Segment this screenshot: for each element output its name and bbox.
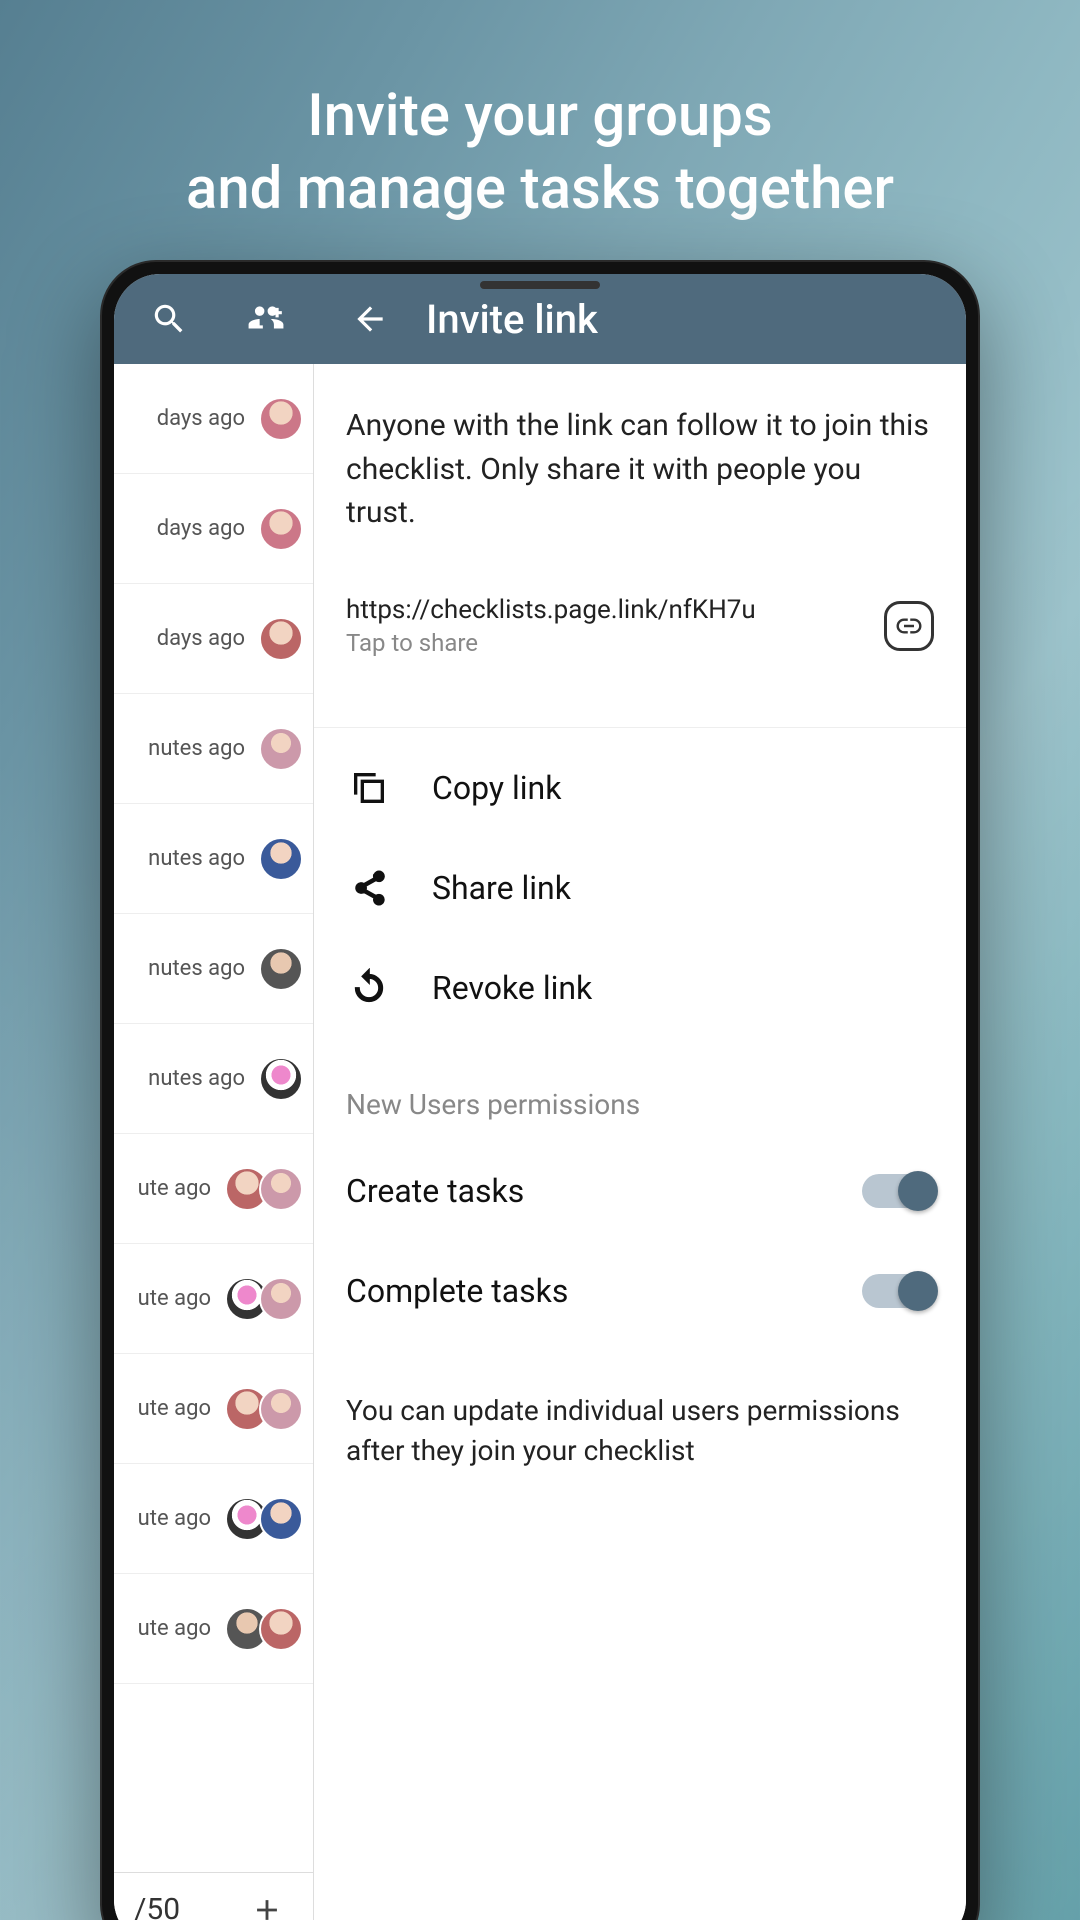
copy-icon	[346, 765, 392, 811]
promo-line-1: Invite your groups	[0, 80, 1080, 153]
list-item[interactable]: nutes ago	[114, 914, 313, 1024]
invite-url: https://checklists.page.link/nfKH7u	[346, 595, 864, 625]
avatar	[259, 1607, 303, 1651]
time-label: days ago	[157, 406, 245, 431]
avatar-group	[259, 837, 303, 881]
avatar	[259, 837, 303, 881]
avatar-group	[225, 1167, 303, 1211]
list-item[interactable]: ute ago	[114, 1574, 313, 1684]
promo-line-2: and manage tasks together	[0, 153, 1080, 226]
avatar	[259, 1497, 303, 1541]
permissions-title: New Users permissions	[346, 1088, 934, 1121]
revoke-link-row[interactable]: Revoke link	[346, 938, 934, 1038]
avatar-group	[225, 1607, 303, 1651]
page-title: Invite link	[426, 296, 598, 343]
avatar-group	[259, 397, 303, 441]
avatar-group	[225, 1277, 303, 1321]
left-sidebar: days ago days ago days ago nutes ago nutes a…	[114, 364, 314, 1920]
avatar	[259, 1167, 303, 1211]
avatar	[259, 727, 303, 771]
invite-link-row[interactable]: https://checklists.page.link/nfKH7u Tap …	[346, 595, 934, 657]
list-item[interactable]: nutes ago	[114, 1024, 313, 1134]
avatar-group	[259, 617, 303, 661]
time-label: days ago	[157, 626, 245, 651]
avatar	[259, 507, 303, 551]
search-icon[interactable]	[143, 293, 195, 345]
phone-screen: Invite link days ago days ago days ago nute…	[114, 274, 966, 1920]
revoke-icon	[346, 965, 392, 1011]
perm-complete-label: Complete tasks	[346, 1272, 568, 1310]
list-item[interactable]: days ago	[114, 584, 313, 694]
time-label: ute ago	[138, 1176, 211, 1201]
time-label: nutes ago	[148, 1066, 245, 1091]
avatar-group	[259, 1057, 303, 1101]
time-label: ute ago	[138, 1286, 211, 1311]
share-icon	[346, 865, 392, 911]
add-button[interactable]	[241, 1884, 293, 1920]
avatar	[259, 947, 303, 991]
time-label: nutes ago	[148, 736, 245, 761]
divider	[314, 727, 966, 728]
phone-speaker	[480, 281, 600, 289]
perm-create-label: Create tasks	[346, 1172, 524, 1210]
list-item[interactable]: days ago	[114, 474, 313, 584]
copy-link-row[interactable]: Copy link	[346, 738, 934, 838]
list-item[interactable]: ute ago	[114, 1244, 313, 1354]
avatar	[259, 1387, 303, 1431]
avatar	[259, 617, 303, 661]
counter-text: /50	[134, 1892, 180, 1920]
perm-complete-row: Complete tasks	[346, 1241, 934, 1341]
list-item[interactable]: days ago	[114, 364, 313, 474]
perm-create-toggle[interactable]	[862, 1174, 934, 1208]
activity-list[interactable]: days ago days ago days ago nutes ago nutes a…	[114, 364, 313, 1872]
perm-create-row: Create tasks	[346, 1141, 934, 1241]
revoke-link-label: Revoke link	[432, 969, 592, 1007]
share-link-label: Share link	[432, 869, 571, 907]
promo-title: Invite your groups and manage tasks toge…	[0, 80, 1080, 225]
list-item[interactable]: nutes ago	[114, 804, 313, 914]
invite-panel: Anyone with the link can follow it to jo…	[314, 364, 966, 1920]
left-bottom-bar: /50	[114, 1872, 313, 1920]
avatar	[259, 397, 303, 441]
list-item[interactable]: nutes ago	[114, 694, 313, 804]
back-icon[interactable]	[344, 293, 396, 345]
list-item[interactable]: ute ago	[114, 1134, 313, 1244]
share-link-row[interactable]: Share link	[346, 838, 934, 938]
avatar	[259, 1057, 303, 1101]
time-label: ute ago	[138, 1616, 211, 1641]
list-item[interactable]: ute ago	[114, 1354, 313, 1464]
time-label: nutes ago	[148, 846, 245, 871]
time-label: nutes ago	[148, 956, 245, 981]
link-icon	[884, 601, 934, 651]
invite-tap-hint: Tap to share	[346, 629, 864, 657]
avatar-group	[259, 507, 303, 551]
avatar-group	[225, 1387, 303, 1431]
time-label: ute ago	[138, 1396, 211, 1421]
add-group-icon[interactable]	[240, 293, 292, 345]
avatar-group	[259, 947, 303, 991]
invite-description: Anyone with the link can follow it to jo…	[346, 404, 934, 535]
copy-link-label: Copy link	[432, 769, 561, 807]
list-item[interactable]: ute ago	[114, 1464, 313, 1574]
avatar-group	[259, 727, 303, 771]
avatar	[259, 1277, 303, 1321]
permissions-footnote: You can update individual users permissi…	[346, 1391, 934, 1472]
avatar-group	[225, 1497, 303, 1541]
time-label: days ago	[157, 516, 245, 541]
perm-complete-toggle[interactable]	[862, 1274, 934, 1308]
phone-frame: Invite link days ago days ago days ago nute…	[100, 260, 980, 1920]
time-label: ute ago	[138, 1506, 211, 1531]
